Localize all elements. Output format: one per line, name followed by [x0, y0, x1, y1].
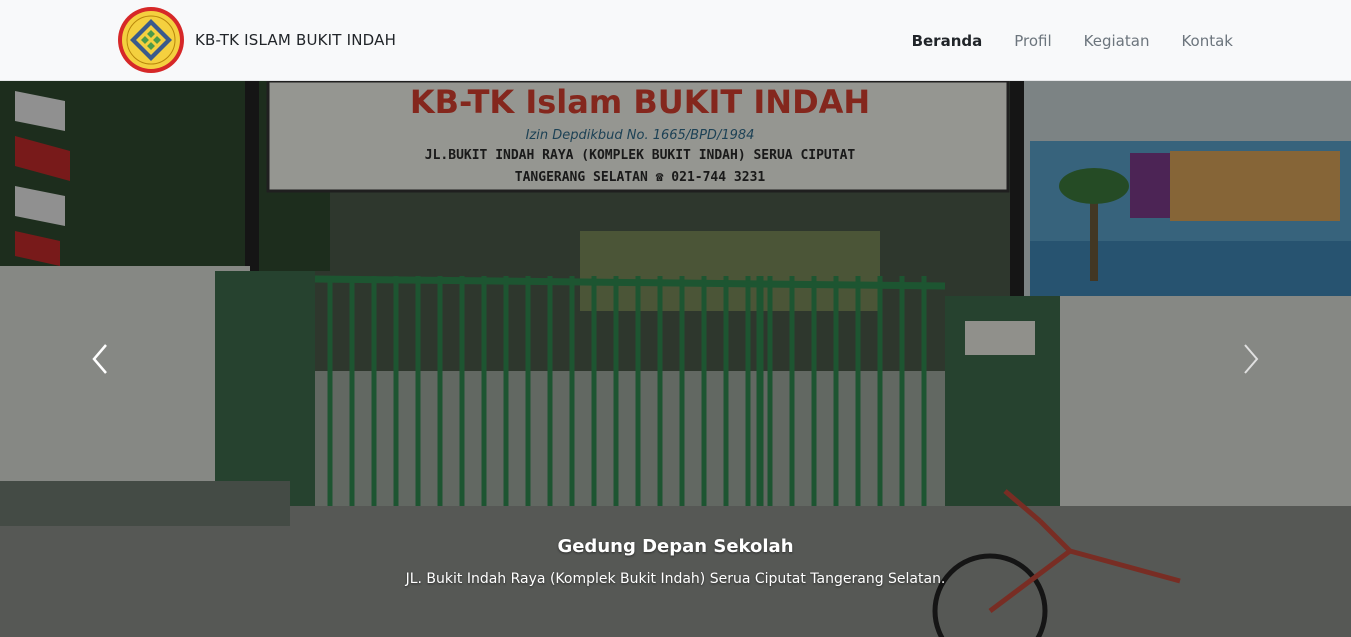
- main-nav: Beranda Profil Kegiatan Kontak: [880, 0, 1233, 81]
- nav-kegiatan[interactable]: Kegiatan: [1084, 32, 1150, 50]
- nav-profil[interactable]: Profil: [1014, 32, 1051, 50]
- caption-title: Gedung Depan Sekolah: [557, 536, 794, 557]
- chevron-left-icon: [92, 344, 107, 374]
- nav-kontak[interactable]: Kontak: [1181, 32, 1233, 50]
- nav-beranda[interactable]: Beranda: [912, 32, 983, 50]
- slide-caption: Gedung Depan Sekolah JL. Bukit Indah Ray…: [0, 536, 1351, 587]
- hero-carousel: KB-TK Islam BUKIT INDAH Izin Depdikbud N…: [0, 81, 1351, 637]
- school-emblem-icon: [118, 7, 184, 73]
- caption-text: JL. Bukit Indah Raya (Komplek Bukit Inda…: [405, 571, 946, 587]
- navbar: KB-TK ISLAM BUKIT INDAH Beranda Profil K…: [0, 0, 1351, 81]
- brand-name: KB-TK ISLAM BUKIT INDAH: [195, 31, 397, 49]
- brand-link[interactable]: KB-TK ISLAM BUKIT INDAH: [117, 6, 396, 74]
- chevron-right-icon: [1244, 344, 1259, 374]
